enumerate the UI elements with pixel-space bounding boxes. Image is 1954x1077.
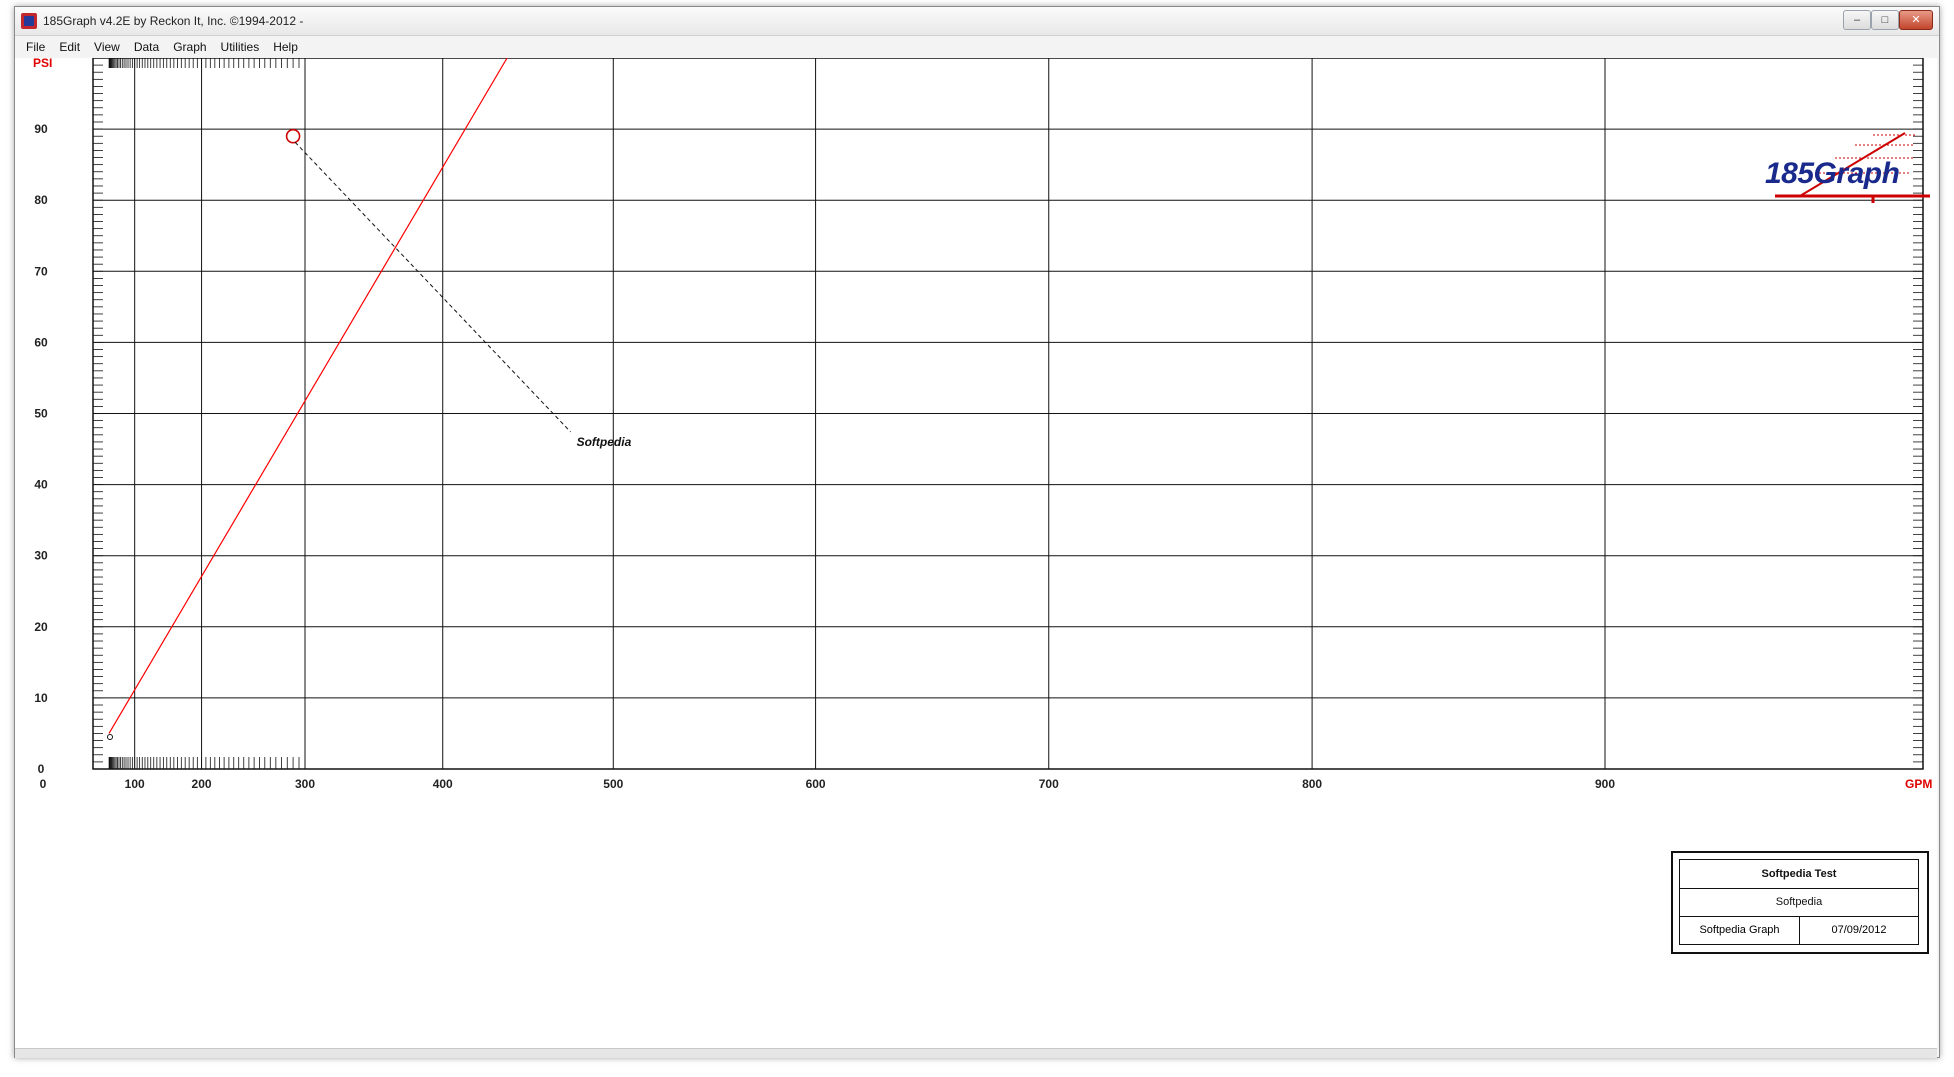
- title-block-inner: Softpedia Test Softpedia Softpedia Graph…: [1679, 859, 1919, 945]
- x-tick-label: 900: [1595, 777, 1615, 791]
- maximize-button[interactable]: □: [1871, 10, 1899, 30]
- menu-help[interactable]: Help: [266, 36, 305, 54]
- y-tick-label: 10: [34, 691, 48, 705]
- y-tick-label: 30: [34, 549, 48, 563]
- x-tick-label: 200: [192, 777, 212, 791]
- menu-edit[interactable]: Edit: [52, 36, 87, 54]
- title-block-title: Softpedia Test: [1680, 860, 1918, 889]
- menu-file[interactable]: File: [19, 36, 52, 54]
- menu-graph[interactable]: Graph: [166, 36, 213, 54]
- y-tick-label: 0: [38, 762, 45, 776]
- x-tick-label: 500: [603, 777, 623, 791]
- x-tick-label: 600: [806, 777, 826, 791]
- app-icon: [21, 13, 37, 29]
- title-block-date: 07/09/2012: [1831, 924, 1887, 936]
- y-tick-label: 20: [34, 620, 48, 634]
- status-strip: [15, 1048, 1937, 1058]
- title-block[interactable]: Softpedia Test Softpedia Softpedia Graph…: [1671, 851, 1929, 954]
- window-title: 185Graph v4.2E by Reckon It, Inc. ©1994-…: [43, 14, 304, 28]
- app-window: 185Graph v4.2E by Reckon It, Inc. ©1994-…: [14, 6, 1940, 1058]
- y-tick-label: 50: [34, 407, 48, 421]
- chart-svg: 01020304050607080900 100 200 300 400 500 600 70…: [33, 58, 1932, 791]
- x-tick-label: 100: [125, 777, 145, 791]
- title-bar[interactable]: 185Graph v4.2E by Reckon It, Inc. ©1994-…: [15, 7, 1939, 36]
- x-tick-label: 400: [433, 777, 453, 791]
- title-block-graph-name: Softpedia Graph: [1680, 917, 1800, 944]
- app-logo: 185Graph: [1755, 113, 1935, 203]
- x-tick-label: 0: [40, 777, 47, 791]
- menu-view[interactable]: View: [87, 36, 127, 54]
- menu-bar: File Edit View Data Graph Utilities Help: [15, 36, 1939, 58]
- y-tick-label: 90: [34, 122, 48, 136]
- y-axis-unit: PSI: [33, 58, 52, 70]
- menu-data[interactable]: Data: [127, 36, 166, 54]
- data-point-marker: [285, 128, 301, 144]
- menu-utilities[interactable]: Utilities: [214, 36, 267, 54]
- y-tick-label: 60: [34, 335, 48, 349]
- x-tick-label: 700: [1039, 777, 1059, 791]
- title-block-subtitle: Softpedia: [1680, 889, 1918, 917]
- x-axis-unit: GPM: [1905, 777, 1932, 791]
- y-tick-label: 40: [34, 478, 48, 492]
- graph-canvas[interactable]: 0 10 20 30 40 50 60 70 80 90 0 100 200 300 400 500 600 70…: [15, 58, 1937, 1048]
- close-button[interactable]: ✕: [1899, 10, 1933, 30]
- y-tick-label: 80: [34, 193, 48, 207]
- series-line: [108, 58, 508, 734]
- start-point-marker: [107, 734, 113, 741]
- y-tick-label: 70: [34, 264, 48, 278]
- x-tick-label: 300: [295, 777, 315, 791]
- annotation-label: Softpedia: [577, 435, 632, 449]
- annotation-leader: [294, 141, 571, 433]
- logo-text: 185Graph: [1765, 157, 1900, 190]
- minimize-button[interactable]: –: [1843, 10, 1871, 30]
- x-tick-label: 800: [1302, 777, 1322, 791]
